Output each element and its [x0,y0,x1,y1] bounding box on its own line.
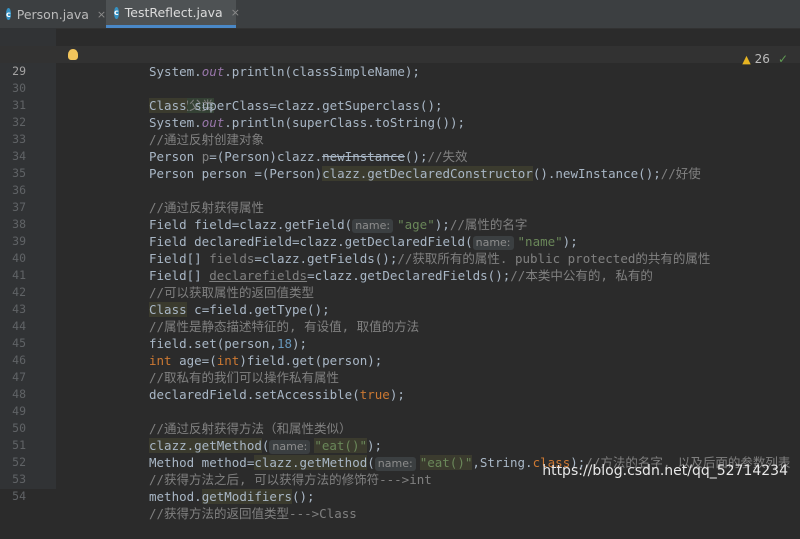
code-line: 40 Field[] declarefields=clazz.getDeclar… [0,233,800,250]
code-line: 47 declaredField.setAccessible(true); [0,352,800,369]
code-editor[interactable]: 28 System.out.println(classSimpleName); … [0,28,800,489]
code-line: 33 Person p=(Person)clazz.newInstance();… [0,114,800,131]
code-line: 51 Method method=clazz.getMethod(name:"e… [0,420,800,437]
tab-testreflect-java[interactable]: c TestReflect.java × [106,0,236,28]
code-line: 45 int age=(int)field.get(person); [0,318,800,335]
code-line: 31 System.out.println(superClass.toStrin… [0,80,800,97]
code-line: 42 Class c=field.getType(); [0,267,800,284]
code-line: 39 Field[] fields=clazz.getFields();//获取… [0,216,800,233]
code-line: 28 System.out.println(classSimpleName); [0,29,800,46]
lightbulb-icon[interactable] [68,49,78,60]
code-line: 37 Field field=clazz.getField(name:"age"… [0,182,800,199]
code-line: 48 [0,369,800,386]
close-icon[interactable]: × [97,8,106,21]
code-line: 34 Person person =(Person)clazz.getDecla… [0,131,800,148]
line-number: 54 [0,488,26,505]
watermark-url: https://blog.csdn.net/qq_52714234 [542,463,788,479]
code-line: 43 //属性是静态描述特征的, 有设值, 取值的方法 [0,284,800,301]
code-line: 44 field.set(person,18); [0,301,800,318]
tab-label: TestReflect.java [125,5,223,20]
code-line: 52 //获得方法之后, 可以获得方法的修饰符--->int [0,437,800,454]
tab-person-java[interactable]: c Person.java × [0,0,104,28]
code-line: 50 clazz.getMethod(name:"eat()"); [0,403,800,420]
java-class-icon: c [114,7,119,19]
close-icon[interactable]: × [231,6,240,19]
code-line: 32 //通过反射创建对象 [0,97,800,114]
code-line: 49 //通过反射获得方法（和属性类似） [0,386,800,403]
code-line: 36 //通过反射获得属性 [0,165,800,182]
code-line: 30 Class superClass=clazz.getSuperclass(… [0,63,800,80]
tab-label: Person.java [17,7,89,22]
code-line: 46 //取私有的我们可以操作私有属性 [0,335,800,352]
code-line: 38 Field declaredField=clazz.getDeclared… [0,199,800,216]
code-line: 41 //可以获取属性的返回值类型 [0,250,800,267]
code-line-current: 29 //获取父类 ▲ 26 ✓ [0,46,800,63]
editor-tab-bar: c Person.java × c TestReflect.java × [0,0,800,29]
code-line: 35 [0,148,800,165]
java-class-icon: c [6,8,11,20]
